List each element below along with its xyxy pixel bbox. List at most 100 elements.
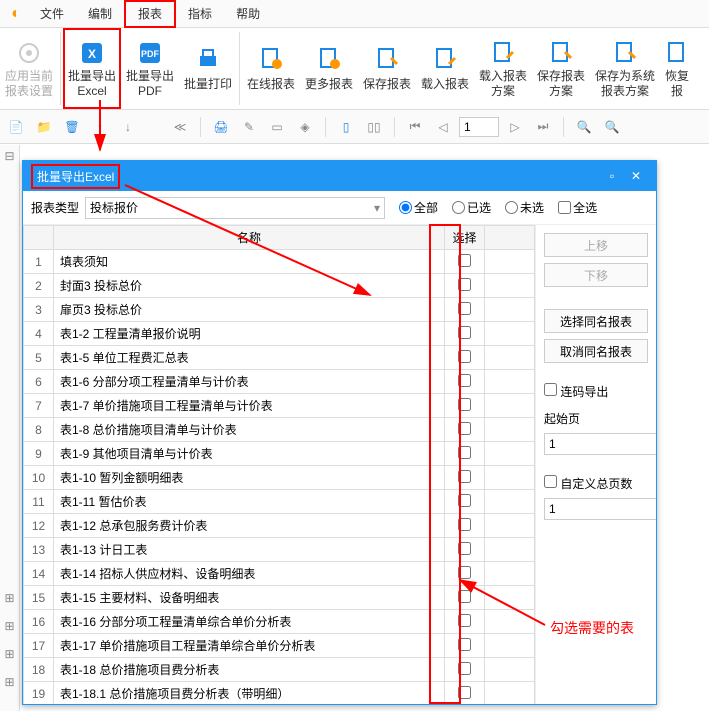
zoom-in-button[interactable]: 🔍 [572, 115, 596, 139]
row-select-checkbox[interactable] [458, 398, 471, 411]
row-select-checkbox[interactable] [458, 326, 471, 339]
single-page-button[interactable]: ▯ [334, 115, 358, 139]
table-row[interactable]: 7表1-7 单价措施项目工程量清单与计价表 [24, 394, 535, 418]
print-button[interactable]: 🖨 [209, 115, 233, 139]
table-row[interactable]: 9表1-9 其他项目清单与计价表 [24, 442, 535, 466]
table-row[interactable]: 17表1-17 单价措施项目工程量清单综合单价分析表 [24, 634, 535, 658]
new-folder-button[interactable]: 📁 [32, 115, 56, 139]
radio-selected-input[interactable] [452, 201, 465, 214]
row-select-checkbox[interactable] [458, 470, 471, 483]
zoom-out-button[interactable]: 🔍 [600, 115, 624, 139]
batch-export-pdf-button[interactable]: PDF 批量导出 PDF [121, 28, 179, 109]
table-row[interactable]: 5表1-5 单位工程费汇总表 [24, 346, 535, 370]
close-button[interactable]: ✕ [624, 169, 648, 183]
row-select-checkbox[interactable] [458, 374, 471, 387]
row-select-checkbox[interactable] [458, 446, 471, 459]
checkbox-select-all[interactable]: 全选 [558, 199, 597, 216]
table-row[interactable]: 11表1-11 暂估价表 [24, 490, 535, 514]
radio-selected[interactable]: 已选 [452, 199, 491, 216]
menu-compile[interactable]: 编制 [76, 0, 124, 28]
prev-page-button[interactable]: ◁ [431, 115, 455, 139]
table-row[interactable]: 19表1-18.1 总价措施项目费分析表（带明细） [24, 682, 535, 705]
online-report-button[interactable]: 在线报表 [242, 28, 300, 109]
first-page-button[interactable]: ⏮ [403, 115, 427, 139]
table-row[interactable]: 1填表须知 [24, 250, 535, 274]
table-row[interactable]: 15表1-15 主要材料、设备明细表 [24, 586, 535, 610]
row-select-checkbox[interactable] [458, 542, 471, 555]
save-as-system-plan-button[interactable]: 保存为系统 报表方案 [590, 28, 660, 109]
report-type-select[interactable]: 投标报价 ▾ [85, 197, 385, 219]
row-select-checkbox[interactable] [458, 614, 471, 627]
batch-export-excel-button[interactable]: X 批量导出 Excel [63, 28, 121, 109]
table-row[interactable]: 4表1-2 工程量清单报价说明 [24, 322, 535, 346]
delete-button[interactable]: 🗑 [60, 115, 84, 139]
menu-report[interactable]: 报表 [124, 0, 176, 28]
table-row[interactable]: 6表1-6 分部分项工程量清单与计价表 [24, 370, 535, 394]
move-down-button[interactable]: ↓ [116, 115, 140, 139]
table-row[interactable]: 3扉页3 投标总价 [24, 298, 535, 322]
radio-all-input[interactable] [399, 201, 412, 214]
row-select-checkbox[interactable] [458, 590, 471, 603]
select-same-name-button[interactable]: 选择同名报表 [544, 309, 648, 333]
save-report-button[interactable]: 保存报表 [358, 28, 416, 109]
row-select-checkbox[interactable] [458, 662, 471, 675]
table-row[interactable]: 2封面3 投标总价 [24, 274, 535, 298]
restore-report-button[interactable]: 恢复 报 [660, 28, 694, 109]
row-select-checkbox[interactable] [458, 566, 471, 579]
more-report-button[interactable]: 更多报表 [300, 28, 358, 109]
tree-toggle-4[interactable]: ⊞ [0, 643, 19, 665]
last-page-button[interactable]: ⏭ [531, 115, 555, 139]
table-row[interactable]: 13表1-13 计日工表 [24, 538, 535, 562]
batch-print-button[interactable]: 批量打印 [179, 28, 237, 109]
custom-total-input[interactable] [544, 498, 656, 520]
row-select-checkbox[interactable] [458, 638, 471, 651]
row-select-checkbox[interactable] [458, 302, 471, 315]
table-row[interactable]: 10表1-10 暂列金额明细表 [24, 466, 535, 490]
cancel-same-name-button[interactable]: 取消同名报表 [544, 339, 648, 363]
menu-file[interactable]: 文件 [28, 0, 76, 28]
move-up-button[interactable]: 上移 [544, 233, 648, 257]
new-doc-button[interactable]: 📄 [4, 115, 28, 139]
tree-toggle-3[interactable]: ⊞ [0, 615, 19, 637]
row-select-checkbox[interactable] [458, 686, 471, 699]
row-select-checkbox[interactable] [458, 254, 471, 267]
tree-toggle-1[interactable]: ⊟ [0, 145, 19, 167]
custom-total-checkbox[interactable] [544, 475, 557, 488]
collapse-panel-button[interactable]: ≪ [168, 115, 192, 139]
serial-export-checkbox-label[interactable]: 连码导出 [544, 383, 648, 400]
tree-toggle-2[interactable]: ⊞ [0, 587, 19, 609]
load-report-button[interactable]: 载入报表 [416, 28, 474, 109]
start-page-input[interactable] [544, 433, 656, 455]
menu-index[interactable]: 指标 [176, 0, 224, 28]
apply-report-settings-button[interactable]: 应用当前 报表设置 [0, 28, 58, 109]
page-number-input[interactable] [459, 117, 499, 137]
load-report-plan-button[interactable]: 载入报表 方案 [474, 28, 532, 109]
row-select-checkbox[interactable] [458, 278, 471, 291]
save-report-plan-button[interactable]: 保存报表 方案 [532, 28, 590, 109]
row-select-checkbox[interactable] [458, 350, 471, 363]
radio-unselected-input[interactable] [505, 201, 518, 214]
table-row[interactable]: 12表1-12 总承包服务费计价表 [24, 514, 535, 538]
custom-total-checkbox-label[interactable]: 自定义总页数 [544, 475, 648, 492]
tree-toggle-5[interactable]: ⊞ [0, 671, 19, 693]
table-row[interactable]: 14表1-14 招标人供应材料、设备明细表 [24, 562, 535, 586]
minimize-button[interactable]: ▫ [600, 169, 624, 183]
row-select-checkbox[interactable] [458, 518, 471, 531]
design-button[interactable]: ▭ [265, 115, 289, 139]
multi-page-button[interactable]: ▯▯ [362, 115, 386, 139]
move-up-button[interactable]: ↑ [88, 115, 112, 139]
select-all-checkbox[interactable] [558, 201, 571, 214]
table-row[interactable]: 8表1-8 总价措施项目清单与计价表 [24, 418, 535, 442]
radio-unselected[interactable]: 未选 [505, 199, 544, 216]
menu-help[interactable]: 帮助 [224, 0, 272, 28]
row-select-checkbox[interactable] [458, 494, 471, 507]
edit-button[interactable]: ✎ [237, 115, 261, 139]
row-select-checkbox[interactable] [458, 422, 471, 435]
table-row[interactable]: 18表1-18 总价措施项目费分析表 [24, 658, 535, 682]
move-down-button[interactable]: 下移 [544, 263, 648, 287]
radio-all[interactable]: 全部 [399, 199, 438, 216]
table-row[interactable]: 16表1-16 分部分项工程量清单综合单价分析表 [24, 610, 535, 634]
serial-export-checkbox[interactable] [544, 383, 557, 396]
next-page-button[interactable]: ▷ [503, 115, 527, 139]
watermark-button[interactable]: ◈ [293, 115, 317, 139]
